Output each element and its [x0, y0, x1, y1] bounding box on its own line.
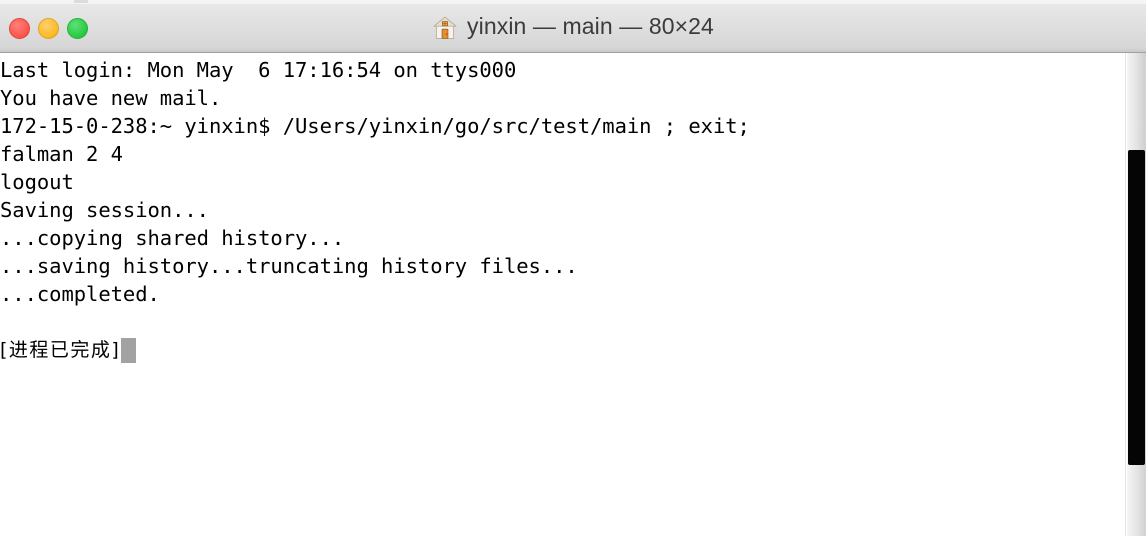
- titlebar-notch: [74, 0, 88, 3]
- terminal-window: yinxin — main — 80×24 Last login: Mon Ma…: [0, 0, 1146, 536]
- process-completed-line: [进程已完成]: [0, 336, 1125, 364]
- window-title-text: yinxin — main — 80×24: [467, 13, 714, 39]
- terminal-prompt-line: 172-15-0-238:~ yinxin$ /Users/yinxin/go/…: [0, 114, 750, 138]
- terminal-cursor: [121, 337, 137, 363]
- close-button[interactable]: [9, 18, 30, 39]
- terminal-line: ...saving history...truncating history f…: [0, 254, 578, 278]
- terminal-line: Saving session...: [0, 198, 209, 222]
- maximize-button[interactable]: [67, 18, 88, 39]
- scrollbar-track[interactable]: [1128, 150, 1145, 465]
- terminal-content-area[interactable]: Last login: Mon May 6 17:16:54 on ttys00…: [0, 53, 1146, 536]
- terminal-line: falman 2 4: [0, 142, 123, 166]
- traffic-lights-group: [9, 18, 88, 39]
- terminal-line: Last login: Mon May 6 17:16:54 on ttys00…: [0, 58, 517, 82]
- scrollbar-thumb-lower[interactable]: [1128, 465, 1145, 536]
- window-title-group: yinxin — main — 80×24: [0, 0, 1146, 53]
- vertical-scrollbar[interactable]: [1125, 53, 1146, 536]
- process-completed-text: [进程已完成]: [0, 339, 121, 361]
- terminal-line: logout: [0, 170, 74, 194]
- titlebar-top-strip: [0, 0, 1146, 4]
- window-titlebar[interactable]: yinxin — main — 80×24: [0, 0, 1146, 53]
- home-icon: [432, 15, 458, 41]
- scrollbar-thumb-upper[interactable]: [1128, 53, 1145, 150]
- terminal-line: ...completed.: [0, 282, 160, 306]
- terminal-line: ...copying shared history...: [0, 226, 345, 250]
- minimize-button[interactable]: [38, 18, 59, 39]
- terminal-line: You have new mail.: [0, 86, 222, 110]
- terminal-output: Last login: Mon May 6 17:16:54 on ttys00…: [0, 56, 1125, 364]
